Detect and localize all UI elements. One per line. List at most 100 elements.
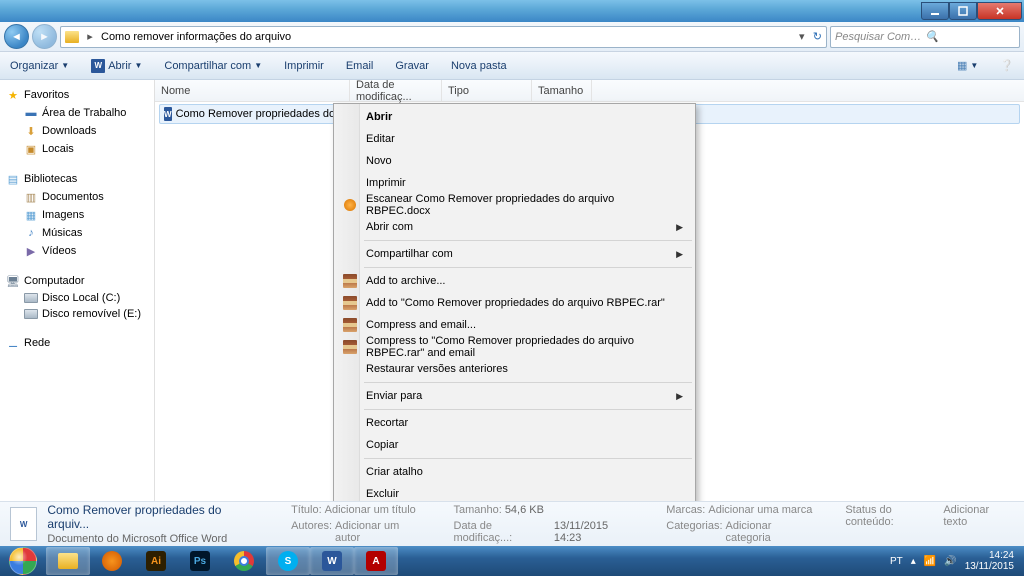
- details-subtitle: Documento do Microsoft Office Word: [47, 533, 261, 545]
- skype-icon: S: [278, 551, 298, 571]
- taskbar-photoshop[interactable]: Ps: [178, 547, 222, 575]
- separator: [364, 458, 692, 459]
- taskbar-adobe-reader[interactable]: A: [354, 547, 398, 575]
- burn-button[interactable]: Gravar: [391, 58, 433, 74]
- ctx-compress-email[interactable]: Compress and email...: [336, 314, 693, 336]
- sidebar-computer[interactable]: 🖥Computador: [0, 272, 154, 290]
- media-player-icon: [102, 551, 122, 571]
- nav-forward-button[interactable]: ►: [32, 24, 57, 49]
- share-button[interactable]: Compartilhar com▼: [160, 58, 266, 74]
- sidebar-network[interactable]: ⚊Rede: [0, 334, 154, 352]
- ctx-new[interactable]: Novo: [336, 150, 693, 172]
- start-button[interactable]: [0, 546, 46, 576]
- taskbar-media-player[interactable]: [90, 547, 134, 575]
- details-status-field[interactable]: Adicionar texto: [943, 504, 1014, 528]
- sidebar-libraries[interactable]: ▤Bibliotecas: [0, 170, 154, 188]
- details-pane: W Como Remover propriedades do arquiv...…: [0, 501, 1024, 546]
- separator: [364, 240, 692, 241]
- ctx-add-to-rar[interactable]: Add to "Como Remover propriedades do arq…: [336, 292, 693, 314]
- sidebar-item-desktop[interactable]: ▬Área de Trabalho: [0, 104, 154, 122]
- library-icon: ▤: [6, 172, 20, 186]
- pdf-icon: A: [366, 551, 386, 571]
- taskbar-skype[interactable]: S: [266, 547, 310, 575]
- ctx-send-to[interactable]: Enviar para▶: [336, 385, 693, 407]
- print-button[interactable]: Imprimir: [280, 58, 328, 74]
- ctx-delete[interactable]: Excluir: [336, 483, 693, 501]
- details-categories-field[interactable]: Adicionar categoria: [726, 520, 816, 544]
- removable-drive-icon: [24, 309, 38, 319]
- chevron-down-icon[interactable]: ▾: [795, 30, 809, 43]
- taskbar-word[interactable]: W: [310, 547, 354, 575]
- column-name[interactable]: Nome: [155, 80, 350, 101]
- view-button[interactable]: ▦ ▼: [953, 57, 982, 74]
- ctx-edit[interactable]: Editar: [336, 128, 693, 150]
- refresh-icon[interactable]: ↻: [813, 30, 822, 43]
- new-folder-button[interactable]: Nova pasta: [447, 58, 511, 74]
- sidebar-item-drive-e[interactable]: Disco removível (E:): [0, 306, 154, 322]
- column-size[interactable]: Tamanho: [532, 80, 592, 101]
- tray-language[interactable]: PT: [890, 556, 903, 567]
- ctx-open[interactable]: Abrir: [336, 106, 693, 128]
- folder-icon: [58, 553, 78, 569]
- details-tags-field[interactable]: Adicionar uma marca: [708, 504, 812, 516]
- computer-icon: 🖥: [6, 274, 20, 288]
- downloads-icon: ⬇: [24, 124, 38, 138]
- sidebar-favorites[interactable]: ★Favoritos: [0, 86, 154, 104]
- separator: [364, 382, 692, 383]
- tray-show-hidden-icon[interactable]: ▴: [911, 556, 916, 567]
- details-title-field[interactable]: Adicionar um título: [325, 504, 416, 516]
- ctx-print[interactable]: Imprimir: [336, 172, 693, 194]
- address-path: Como remover informações do arquivo: [101, 31, 291, 43]
- open-button[interactable]: WAbrir▼: [87, 57, 146, 75]
- details-authors-field[interactable]: Adicionar um autor: [335, 520, 423, 544]
- desktop-icon: ▬: [24, 106, 38, 120]
- ctx-compress-to[interactable]: Compress to "Como Remover propriedades d…: [336, 336, 693, 358]
- taskbar: Ai Ps S W A PT ▴ 📶 🔊 14:24 13/11/2015: [0, 546, 1024, 576]
- tray-clock[interactable]: 14:24 13/11/2015: [965, 550, 1014, 572]
- tray-volume-icon[interactable]: 🔊: [944, 556, 956, 567]
- ctx-open-with[interactable]: Abrir com▶: [336, 216, 693, 238]
- address-bar[interactable]: ▸ Como remover informações do arquivo ▾ …: [60, 26, 827, 48]
- column-type[interactable]: Tipo: [442, 80, 532, 101]
- column-date[interactable]: Data de modificaç...: [350, 80, 442, 101]
- email-button[interactable]: Email: [342, 58, 378, 74]
- navigation-pane: ★Favoritos ▬Área de Trabalho ⬇Downloads …: [0, 80, 155, 501]
- taskbar-illustrator[interactable]: Ai: [134, 547, 178, 575]
- sidebar-item-documents[interactable]: ▥Documentos: [0, 188, 154, 206]
- taskbar-explorer[interactable]: [46, 547, 90, 575]
- ctx-restore[interactable]: Restaurar versões anteriores: [336, 358, 693, 380]
- close-button[interactable]: [977, 2, 1022, 20]
- pictures-icon: ▦: [24, 208, 38, 222]
- videos-icon: ▶: [24, 244, 38, 258]
- documents-icon: ▥: [24, 190, 38, 204]
- organize-button[interactable]: Organizar▼: [6, 58, 73, 74]
- scan-icon: [344, 199, 356, 211]
- ctx-scan[interactable]: Escanear Como Remover propriedades do ar…: [336, 194, 693, 216]
- network-icon: ⚊: [6, 336, 20, 350]
- ctx-share-with[interactable]: Compartilhar com▶: [336, 243, 693, 265]
- sidebar-item-places[interactable]: ▣Locais: [0, 140, 154, 158]
- sidebar-item-pictures[interactable]: ▦Imagens: [0, 206, 154, 224]
- places-icon: ▣: [24, 142, 38, 156]
- ctx-copy[interactable]: Copiar: [336, 434, 693, 456]
- search-icon: 🔍: [925, 30, 1015, 43]
- command-toolbar: Organizar▼ WAbrir▼ Compartilhar com▼ Imp…: [0, 52, 1024, 80]
- sidebar-item-videos[interactable]: ▶Vídeos: [0, 242, 154, 260]
- tray-wifi-icon[interactable]: 📶: [924, 556, 936, 567]
- windows-orb-icon: [9, 547, 37, 575]
- sidebar-item-downloads[interactable]: ⬇Downloads: [0, 122, 154, 140]
- help-button[interactable]: ❔: [996, 57, 1018, 74]
- ctx-add-archive[interactable]: Add to archive...: [336, 270, 693, 292]
- taskbar-chrome[interactable]: [222, 547, 266, 575]
- ctx-cut[interactable]: Recortar: [336, 412, 693, 434]
- nav-back-button[interactable]: ◄: [4, 24, 29, 49]
- sidebar-item-music[interactable]: ♪Músicas: [0, 224, 154, 242]
- rar-icon: [343, 318, 357, 332]
- maximize-button[interactable]: [949, 2, 977, 20]
- minimize-button[interactable]: [921, 2, 949, 20]
- word-icon: W: [322, 551, 342, 571]
- ctx-shortcut[interactable]: Criar atalho: [336, 461, 693, 483]
- search-input[interactable]: Pesquisar Como remover informações ... 🔍: [830, 26, 1020, 48]
- details-date: 13/11/2015 14:23: [554, 520, 636, 544]
- sidebar-item-drive-c[interactable]: Disco Local (C:): [0, 290, 154, 306]
